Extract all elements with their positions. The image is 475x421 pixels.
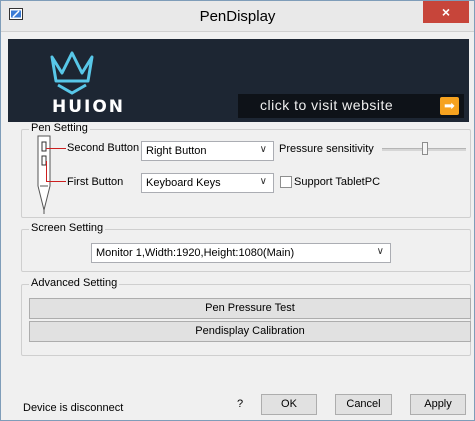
apply-button[interactable]: Apply bbox=[410, 394, 466, 415]
visit-website-text: click to visit website bbox=[260, 97, 394, 113]
chevron-down-icon: ∨ bbox=[259, 144, 267, 155]
device-status-text: Device is disconnect bbox=[23, 402, 124, 414]
visit-website-link[interactable]: click to visit website ➡ bbox=[238, 94, 464, 118]
huion-logo-text: HUION bbox=[52, 97, 126, 117]
support-tabletpc-checkbox[interactable] bbox=[280, 176, 292, 188]
pressure-sensitivity-label: Pressure sensitivity bbox=[279, 143, 374, 155]
pen-pressure-test-button[interactable]: Pen Pressure Test bbox=[29, 298, 471, 319]
close-button[interactable]: × bbox=[423, 1, 469, 23]
first-button-select[interactable]: Keyboard Keys ∨ bbox=[141, 173, 274, 193]
advanced-setting-title: Advanced Setting bbox=[29, 277, 120, 289]
pen-stylus-icon bbox=[37, 135, 51, 214]
first-button-pointer-line bbox=[46, 161, 47, 181]
huion-banner[interactable]: HUION click to visit website ➡ bbox=[8, 39, 469, 122]
first-button-label: First Button bbox=[67, 176, 124, 188]
monitor-select[interactable]: Monitor 1,Width:1920,Height:1080(Main) ∨ bbox=[91, 243, 391, 263]
pendisplay-calibration-button[interactable]: Pendisplay Calibration bbox=[29, 321, 471, 342]
pendisplay-window: PenDisplay × HUION click to visit websit… bbox=[0, 0, 475, 421]
monitor-value: Monitor 1,Width:1920,Height:1080(Main) bbox=[96, 247, 295, 259]
ok-button[interactable]: OK bbox=[261, 394, 317, 415]
advanced-setting-group bbox=[21, 284, 471, 356]
cancel-button[interactable]: Cancel bbox=[335, 394, 392, 415]
second-button-select[interactable]: Right Button ∨ bbox=[141, 141, 274, 161]
chevron-down-icon: ∨ bbox=[259, 176, 267, 187]
title-bar: PenDisplay × bbox=[1, 1, 474, 32]
second-button-value: Right Button bbox=[146, 145, 207, 157]
second-button-label: Second Button bbox=[67, 142, 140, 154]
first-button-value: Keyboard Keys bbox=[146, 177, 221, 189]
help-icon[interactable]: ? bbox=[237, 398, 243, 410]
first-button-pointer-line-h bbox=[46, 181, 66, 182]
pen-setting-title: Pen Setting bbox=[29, 122, 90, 134]
screen-setting-title: Screen Setting bbox=[29, 222, 106, 234]
second-button-pointer-line bbox=[46, 148, 66, 149]
support-tabletpc-label[interactable]: Support TabletPC bbox=[294, 176, 380, 188]
window-title: PenDisplay bbox=[199, 8, 276, 25]
pressure-slider-thumb[interactable] bbox=[422, 142, 428, 155]
arrow-right-icon[interactable]: ➡ bbox=[440, 97, 459, 115]
huion-crown-logo-icon bbox=[50, 51, 94, 95]
chevron-down-icon: ∨ bbox=[376, 246, 384, 257]
